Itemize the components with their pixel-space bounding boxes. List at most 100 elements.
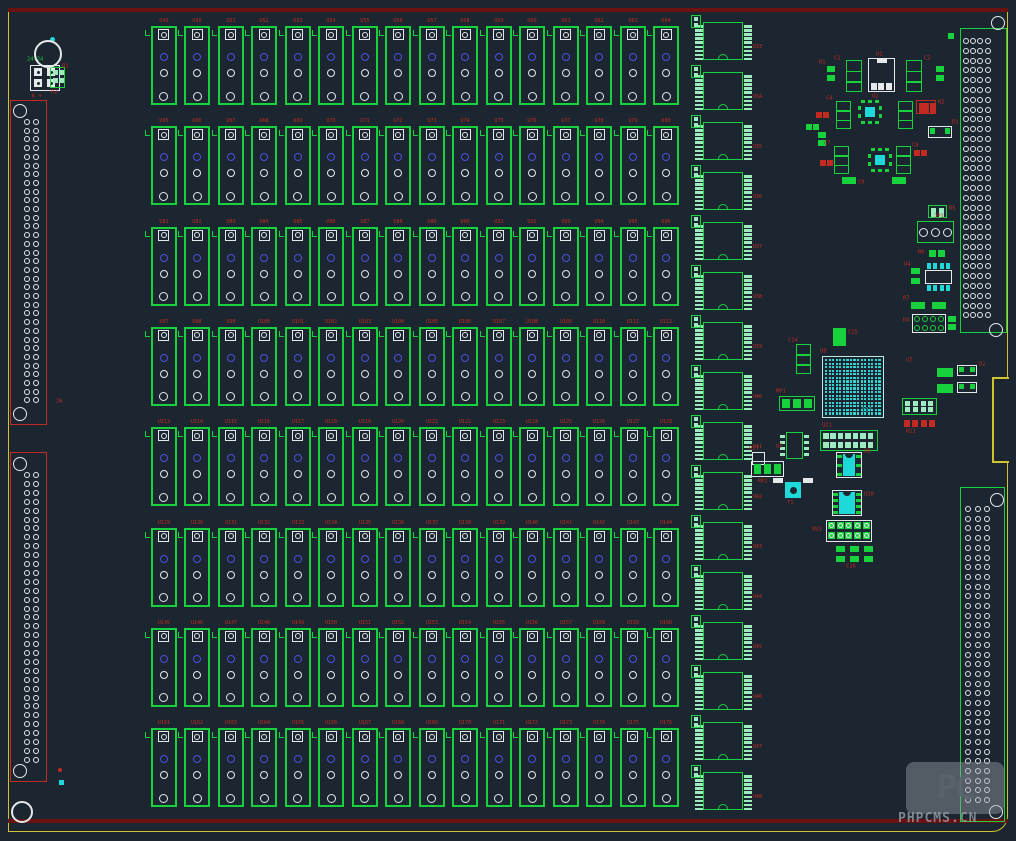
sip-component[interactable]: U50 bbox=[184, 26, 210, 105]
sip-component[interactable]: U64 bbox=[653, 26, 679, 105]
sip-component[interactable]: U163 bbox=[218, 728, 244, 807]
sip-component[interactable]: U70 bbox=[318, 126, 344, 205]
sip-component[interactable]: U117 bbox=[285, 427, 311, 506]
sip-component[interactable]: U78 bbox=[586, 126, 612, 205]
sip-component[interactable]: U109 bbox=[553, 327, 579, 406]
sip-component[interactable]: U169 bbox=[419, 728, 445, 807]
sip-component[interactable]: U110 bbox=[586, 327, 612, 406]
sip-component[interactable]: U102 bbox=[318, 327, 344, 406]
sip-component[interactable]: U56 bbox=[385, 26, 411, 105]
sip-component[interactable]: U151 bbox=[352, 628, 378, 707]
sip-component[interactable]: U150 bbox=[318, 628, 344, 707]
sip-component[interactable]: U134 bbox=[318, 528, 344, 607]
sip-component[interactable]: U114 bbox=[184, 427, 210, 506]
sip-component[interactable]: U154 bbox=[452, 628, 478, 707]
sip-component[interactable]: U146 bbox=[184, 628, 210, 707]
sip-component[interactable]: U111 bbox=[620, 327, 646, 406]
sip-component[interactable]: U174 bbox=[586, 728, 612, 807]
sip-component[interactable]: U136 bbox=[385, 528, 411, 607]
sip-component[interactable]: U67 bbox=[218, 126, 244, 205]
sip-component[interactable]: U93 bbox=[553, 227, 579, 306]
sip-component[interactable]: U168 bbox=[385, 728, 411, 807]
sip-component[interactable]: U144 bbox=[653, 528, 679, 607]
sip-component[interactable]: U62 bbox=[586, 26, 612, 105]
sip-component[interactable]: U80 bbox=[653, 126, 679, 205]
sip-component[interactable]: U54 bbox=[318, 26, 344, 105]
sip-component[interactable]: U123 bbox=[486, 427, 512, 506]
sip-component[interactable]: U79 bbox=[620, 126, 646, 205]
sip-component[interactable]: U152 bbox=[385, 628, 411, 707]
sip-component[interactable]: U113 bbox=[151, 427, 177, 506]
sip-component[interactable]: U115 bbox=[218, 427, 244, 506]
sip-component[interactable]: U118 bbox=[318, 427, 344, 506]
sip-component[interactable]: U92 bbox=[519, 227, 545, 306]
sip-component[interactable]: U97 bbox=[151, 327, 177, 406]
sip-component[interactable]: U157 bbox=[553, 628, 579, 707]
sip-component[interactable]: U104 bbox=[385, 327, 411, 406]
sip-component[interactable]: U153 bbox=[419, 628, 445, 707]
sip-component[interactable]: U75 bbox=[486, 126, 512, 205]
sip-component[interactable]: U61 bbox=[553, 26, 579, 105]
sip-component[interactable]: U87 bbox=[352, 227, 378, 306]
sip-component[interactable]: U71 bbox=[352, 126, 378, 205]
sip-component[interactable]: U155 bbox=[486, 628, 512, 707]
sip-component[interactable]: U165 bbox=[285, 728, 311, 807]
sip-component[interactable]: U147 bbox=[218, 628, 244, 707]
sip-component[interactable]: U105 bbox=[419, 327, 445, 406]
sip-component[interactable]: U131 bbox=[218, 528, 244, 607]
sip-component[interactable]: U129 bbox=[151, 528, 177, 607]
sip-component[interactable]: U121 bbox=[419, 427, 445, 506]
sip-component[interactable]: U125 bbox=[553, 427, 579, 506]
sip-component[interactable]: U95 bbox=[620, 227, 646, 306]
sip-component[interactable]: U124 bbox=[519, 427, 545, 506]
sip-component[interactable]: U167 bbox=[352, 728, 378, 807]
sip-component[interactable]: U86 bbox=[318, 227, 344, 306]
sip-component[interactable]: U176 bbox=[653, 728, 679, 807]
sip-component[interactable]: U166 bbox=[318, 728, 344, 807]
sip-component[interactable]: U84 bbox=[251, 227, 277, 306]
sip-component[interactable]: U145 bbox=[151, 628, 177, 707]
sip-component[interactable]: U158 bbox=[586, 628, 612, 707]
sip-component[interactable]: U101 bbox=[285, 327, 311, 406]
sip-component[interactable]: U74 bbox=[452, 126, 478, 205]
pcb-canvas[interactable]: U49U50U51U52U53U54U55U56U57U58U59U60U61U… bbox=[0, 0, 1016, 841]
sip-component[interactable]: U99 bbox=[218, 327, 244, 406]
sip-component[interactable]: U66 bbox=[184, 126, 210, 205]
sip-component[interactable]: U126 bbox=[586, 427, 612, 506]
sip-component[interactable]: U107 bbox=[486, 327, 512, 406]
sip-component[interactable]: U161 bbox=[151, 728, 177, 807]
sip-component[interactable]: U94 bbox=[586, 227, 612, 306]
sip-component[interactable]: U120 bbox=[385, 427, 411, 506]
sip-component[interactable]: U57 bbox=[419, 26, 445, 105]
sip-component[interactable]: U60 bbox=[519, 26, 545, 105]
sip-component[interactable]: U90 bbox=[452, 227, 478, 306]
sip-component[interactable]: U73 bbox=[419, 126, 445, 205]
sip-component[interactable]: U175 bbox=[620, 728, 646, 807]
sip-component[interactable]: U77 bbox=[553, 126, 579, 205]
sip-component[interactable]: U171 bbox=[486, 728, 512, 807]
sip-component[interactable]: U130 bbox=[184, 528, 210, 607]
sip-component[interactable]: U81 bbox=[151, 227, 177, 306]
sip-component[interactable]: U65 bbox=[151, 126, 177, 205]
sip-component[interactable]: U106 bbox=[452, 327, 478, 406]
sip-component[interactable]: U55 bbox=[352, 26, 378, 105]
sip-component[interactable]: U137 bbox=[419, 528, 445, 607]
sip-component[interactable]: U140 bbox=[519, 528, 545, 607]
sip-component[interactable]: U138 bbox=[452, 528, 478, 607]
sip-component[interactable]: U103 bbox=[352, 327, 378, 406]
sip-component[interactable]: U72 bbox=[385, 126, 411, 205]
sip-component[interactable]: U172 bbox=[519, 728, 545, 807]
sip-component[interactable]: U164 bbox=[251, 728, 277, 807]
sip-component[interactable]: U112 bbox=[653, 327, 679, 406]
sip-component[interactable]: U68 bbox=[251, 126, 277, 205]
sip-component[interactable]: U127 bbox=[620, 427, 646, 506]
sip-component[interactable]: U59 bbox=[486, 26, 512, 105]
sip-component[interactable]: U142 bbox=[586, 528, 612, 607]
sip-component[interactable]: U162 bbox=[184, 728, 210, 807]
sip-component[interactable]: U96 bbox=[653, 227, 679, 306]
sip-component[interactable]: U156 bbox=[519, 628, 545, 707]
sip-component[interactable]: U53 bbox=[285, 26, 311, 105]
sip-component[interactable]: U128 bbox=[653, 427, 679, 506]
sip-component[interactable]: U88 bbox=[385, 227, 411, 306]
sip-component[interactable]: U119 bbox=[352, 427, 378, 506]
